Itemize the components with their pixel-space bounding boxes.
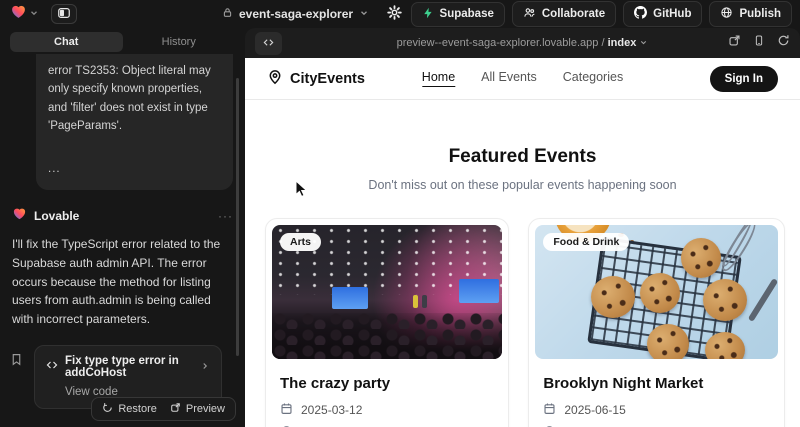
publish-label: Publish: [739, 8, 781, 20]
event-card[interactable]: Arts The crazy party 2025-03-12: [265, 218, 509, 427]
project-switcher[interactable]: event-saga-explorer: [222, 0, 369, 28]
preview-label: Preview: [186, 403, 225, 415]
collaborate-label: Collaborate: [542, 8, 605, 20]
chat-sidebar: Chat History error TS2353: Object litera…: [0, 28, 245, 427]
calendar-icon: [280, 402, 293, 418]
user-message-ellipsis: ...: [48, 160, 221, 178]
code-view-toggle[interactable]: [255, 32, 282, 55]
event-title: Brooklyn Night Market: [543, 375, 770, 392]
brand-name: CityEvents: [290, 71, 365, 87]
message-more-menu[interactable]: ···: [218, 209, 233, 223]
external-link-icon: [170, 402, 181, 416]
page-title: Featured Events: [245, 146, 800, 168]
sign-in-button[interactable]: Sign In: [710, 66, 778, 92]
preview-panel: preview--event-saga-explorer.lovable.app…: [245, 28, 800, 427]
github-icon: [634, 6, 647, 22]
nav-categories[interactable]: Categories: [563, 70, 623, 87]
restore-preview-toolbar: Restore Preview: [91, 397, 236, 421]
nav-all-events[interactable]: All Events: [481, 70, 537, 87]
restore-label: Restore: [118, 403, 157, 415]
supabase-button[interactable]: Supabase: [411, 2, 505, 27]
github-button[interactable]: GitHub: [623, 1, 702, 27]
project-name: event-saga-explorer: [239, 7, 353, 21]
event-date: 2025-06-15: [543, 402, 770, 418]
code-icon: [262, 36, 275, 51]
chat-messages: error TS2353: Object literal may only sp…: [10, 54, 235, 427]
event-title: The crazy party: [280, 375, 494, 392]
code-edit-title: Fix type type error in addCoHost: [65, 355, 193, 379]
supabase-label: Supabase: [440, 8, 494, 20]
preview-version-button[interactable]: Preview: [170, 402, 225, 416]
refresh-icon[interactable]: [777, 34, 790, 52]
event-image-conference: Arts: [272, 225, 502, 359]
globe-icon: [720, 6, 733, 22]
tab-history[interactable]: History: [123, 32, 236, 52]
app-topbar: event-saga-explorer Supabase Collaborate: [0, 0, 800, 28]
chevron-down-icon: [359, 5, 369, 23]
github-label: GitHub: [653, 8, 691, 20]
app-page: CityEvents Home All Events Categories Si…: [245, 58, 800, 427]
lock-icon: [222, 5, 233, 23]
gear-icon: [387, 5, 402, 23]
tab-chat[interactable]: Chat: [10, 32, 123, 52]
hero-section: Featured Events Don't miss out on these …: [245, 146, 800, 192]
preview-url[interactable]: preview--event-saga-explorer.lovable.app…: [245, 37, 800, 49]
preview-toolbar: preview--event-saga-explorer.lovable.app…: [245, 28, 800, 58]
lovable-heart-icon: [12, 206, 27, 226]
calendar-icon: [543, 402, 556, 418]
category-badge: Food & Drink: [543, 233, 629, 251]
mobile-view-icon[interactable]: [753, 34, 765, 52]
event-card[interactable]: Food & Drink Brooklyn Night Market 2025-…: [528, 218, 785, 427]
lovable-logo-menu[interactable]: [8, 1, 41, 27]
restore-button[interactable]: Restore: [102, 402, 157, 416]
supabase-bolt-icon: [422, 7, 434, 22]
chevron-right-icon: [200, 358, 210, 376]
user-message-text: error TS2353: Object literal may only sp…: [48, 65, 211, 132]
open-in-new-tab-icon[interactable]: [728, 34, 741, 52]
assistant-name: Lovable: [34, 209, 79, 223]
collaborate-button[interactable]: Collaborate: [512, 1, 616, 27]
toggle-sidebar-button[interactable]: [51, 4, 77, 24]
site-header: CityEvents Home All Events Categories Si…: [245, 58, 800, 100]
nav-home[interactable]: Home: [422, 70, 455, 87]
lovable-heart-icon: [10, 3, 27, 25]
site-nav: Home All Events Categories: [422, 70, 623, 87]
bookmark-icon[interactable]: [10, 353, 23, 371]
people-icon: [523, 6, 536, 22]
map-pin-icon: [267, 69, 283, 89]
chat-scrollbar[interactable]: [236, 78, 239, 356]
chevron-down-icon: [29, 5, 39, 23]
chat-history-tabs: Chat History: [10, 32, 235, 52]
site-brand[interactable]: CityEvents: [267, 69, 365, 89]
category-badge: Arts: [280, 233, 321, 251]
user-message-bubble: error TS2353: Object literal may only sp…: [36, 54, 233, 190]
assistant-intro-text: I'll fix the TypeScript error related to…: [12, 235, 233, 329]
code-icon: [46, 358, 58, 376]
page-subtitle: Don't miss out on these popular events h…: [245, 178, 800, 192]
event-image-cookies: Food & Drink: [535, 225, 778, 359]
restore-icon: [102, 402, 113, 416]
event-date: 2025-03-12: [280, 402, 494, 418]
sidebar-panel-icon: [57, 6, 71, 23]
settings-button[interactable]: [385, 3, 404, 25]
event-cards-grid: Arts The crazy party 2025-03-12: [245, 218, 800, 427]
publish-button[interactable]: Publish: [709, 1, 792, 27]
